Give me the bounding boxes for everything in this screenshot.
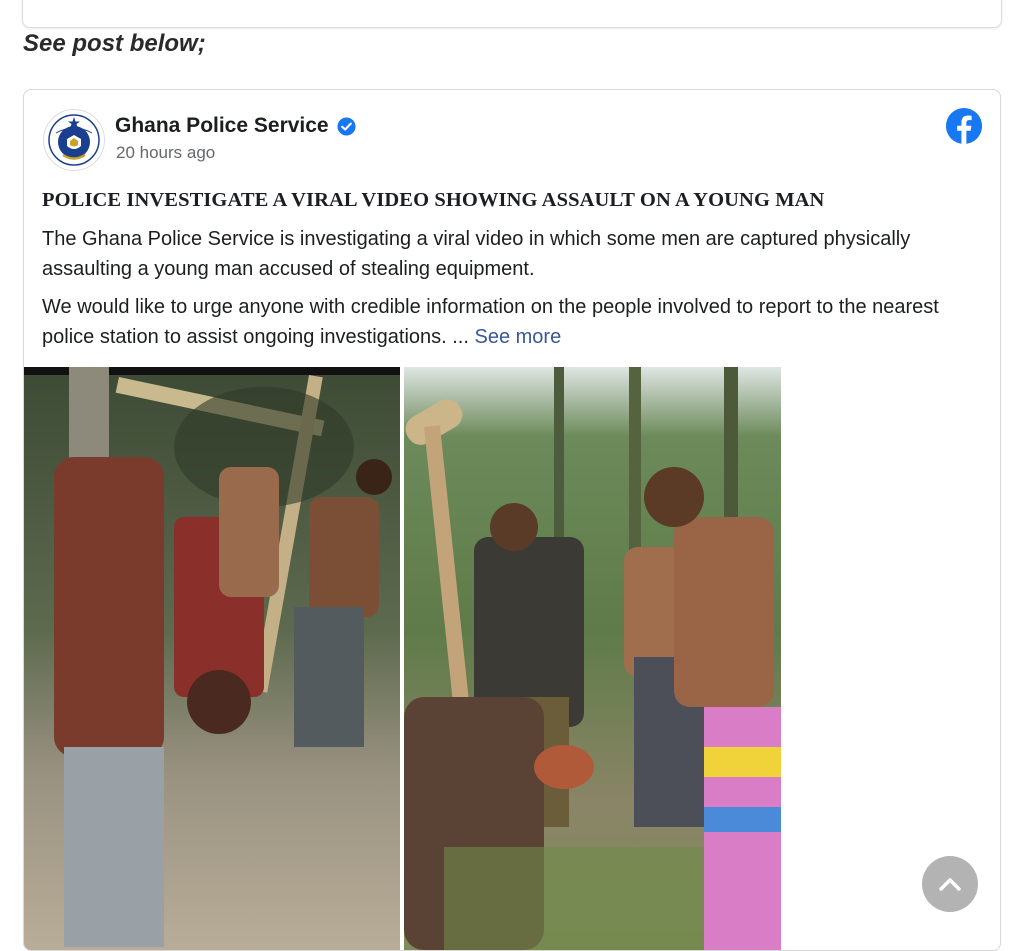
post-photo-left[interactable] (24, 367, 400, 950)
verified-badge-icon (337, 116, 356, 136)
see-more-link[interactable]: See more (474, 326, 561, 348)
previous-card-edge (22, 0, 1002, 28)
post-headline: POLICE INVESTIGATE A VIRAL VIDEO SHOWING… (42, 189, 825, 211)
post-paragraph-1: The Ghana Police Service is investigatin… (42, 228, 911, 280)
post-photos (24, 367, 1000, 950)
page-avatar[interactable] (43, 109, 105, 171)
post-paragraph-2: We would like to urge anyone with credib… (42, 292, 982, 352)
photo-right-image (404, 367, 781, 950)
photo-left-image (24, 367, 400, 950)
page-name-label: Ghana Police Service (115, 114, 329, 137)
intro-text: See post below; (23, 30, 206, 57)
post-timestamp[interactable]: 20 hours ago (116, 143, 215, 163)
scroll-to-top-button[interactable] (922, 856, 978, 912)
facebook-icon[interactable] (945, 107, 983, 145)
embedded-facebook-post: Ghana Police Service 20 hours ago POLICE… (23, 89, 1001, 951)
post-photo-right[interactable] (404, 367, 781, 950)
chevron-up-icon (939, 878, 961, 891)
page-name[interactable]: Ghana Police Service (115, 114, 356, 138)
ghana-police-logo-icon (48, 114, 100, 166)
